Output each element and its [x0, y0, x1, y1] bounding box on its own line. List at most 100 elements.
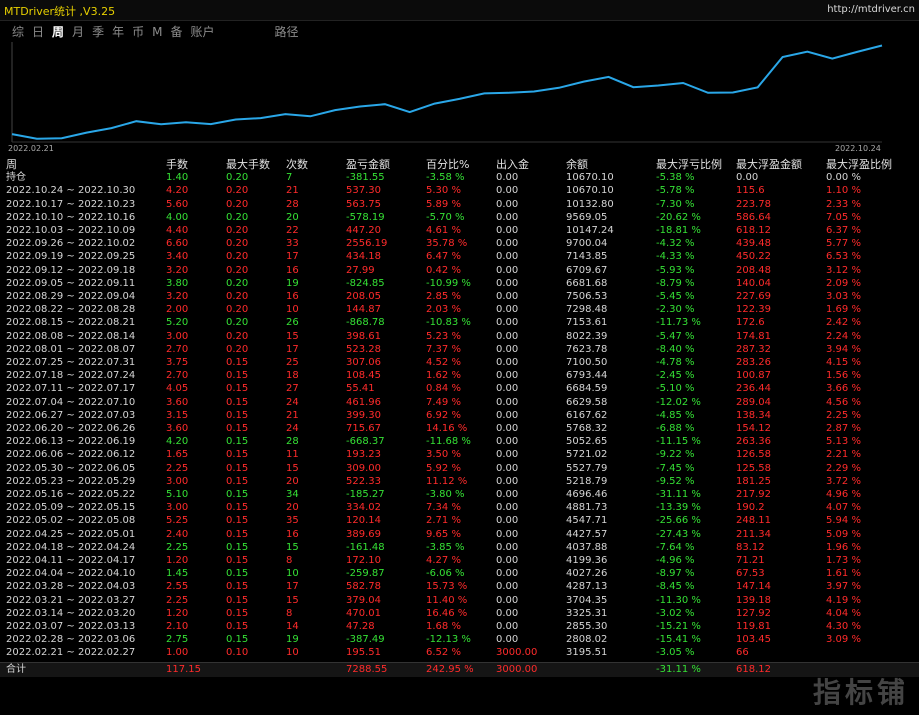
cell-10: 3.72 % [826, 475, 861, 487]
cell-2: 0.20 [226, 277, 249, 289]
tab-0[interactable]: 综 [12, 23, 24, 40]
cell-0: 2022.06.13 ~ 2022.06.19 [6, 436, 136, 448]
cell-6: 0.00 [496, 449, 519, 461]
cell-7: 10670.10 [566, 172, 614, 184]
table-row: 2022.07.25 ~ 2022.07.31 3.75 0.15 25 307.06 4… [0, 356, 919, 369]
cell-8: -13.39 % [656, 502, 701, 514]
balance-line [11, 44, 883, 140]
cell-2: 0.15 [226, 581, 249, 593]
cell-7: 4037.88 [566, 541, 608, 553]
cell-9: 125.58 [736, 462, 771, 474]
cell-2: 0.15 [226, 396, 249, 408]
cell-2: 0.15 [226, 436, 249, 448]
cell-1: 4.00 [166, 211, 189, 223]
cell-0: 2022.05.09 ~ 2022.05.15 [6, 502, 136, 514]
cell-5: 11.40 % [426, 594, 468, 606]
cell-10: 2.25 % [826, 409, 861, 421]
cell-1: 2.25 [166, 462, 189, 474]
cell-8: -15.21 % [656, 621, 701, 632]
cell-8: -5.45 % [656, 291, 695, 302]
cell-0: 持仓 [6, 172, 26, 184]
cell-2: 0.20 [226, 264, 249, 276]
cell-4: 389.69 [346, 528, 381, 540]
cell-5: 5.89 % [426, 198, 461, 210]
cell-0: 2022.07.25 ~ 2022.07.31 [6, 357, 136, 368]
cell-8: -4.33 % [656, 251, 695, 263]
cell-10: 2.29 % [826, 462, 861, 474]
cell-10: 1.96 % [826, 541, 861, 553]
cell-10: 5.09 % [826, 528, 861, 540]
table-row: 2022.07.11 ~ 2022.07.17 4.05 0.15 27 55.41 0.… [0, 382, 919, 395]
cell-4: 523.28 [346, 343, 381, 355]
cell-9: 103.45 [736, 634, 771, 646]
cell-7: 5721.02 [566, 449, 608, 461]
table-row: 2022.05.16 ~ 2022.05.22 5.10 0.15 34 -185.27… [0, 488, 919, 501]
cell-0: 2022.06.06 ~ 2022.06.12 [6, 449, 136, 461]
cell-2: 最大手数 [226, 158, 270, 171]
cell-1: 6.60 [166, 238, 189, 250]
cell-1: 1.00 [166, 647, 189, 659]
holding-row: 持仓 1.40 0.20 7 -381.55 -3.58 % 0.00 10670.10 -5.… [0, 171, 919, 184]
cell-1: 117.15 [166, 663, 201, 675]
cell-10: 7.05 % [826, 211, 861, 223]
cell-9: 172.6 [736, 317, 765, 329]
cell-9: 122.39 [736, 304, 771, 316]
tab-8[interactable]: 备 [170, 23, 182, 40]
tab-1[interactable]: 日 [32, 23, 44, 40]
cell-9: 140.04 [736, 277, 771, 289]
cell-5: -10.83 % [426, 317, 471, 329]
cell-10: 4.56 % [826, 396, 861, 408]
cell-7: 10132.80 [566, 198, 614, 210]
tab-10[interactable]: 路径 [275, 23, 299, 40]
cell-5: 4.61 % [426, 225, 461, 236]
cell-6: 3000.00 [496, 647, 538, 659]
tab-3[interactable]: 月 [72, 23, 84, 40]
cell-10: 3.09 % [826, 634, 861, 646]
cell-8: 最大浮亏比例 [656, 158, 722, 171]
cell-0: 2022.03.21 ~ 2022.03.27 [6, 594, 136, 606]
tab-4[interactable]: 季 [92, 23, 104, 40]
cell-10: 1.56 % [826, 370, 861, 382]
cell-1: 3.20 [166, 291, 189, 302]
cell-10: 4.15 % [826, 357, 861, 368]
cell-10: 0.00 % [826, 172, 861, 184]
cell-4: -185.27 [346, 489, 385, 500]
cell-6: 0.00 [496, 211, 519, 223]
cell-6: 0.00 [496, 304, 519, 316]
cell-5: 7.49 % [426, 396, 461, 408]
cell-5: 7.34 % [426, 502, 461, 514]
table-row: 2022.03.21 ~ 2022.03.27 2.25 0.15 15 379.04 1… [0, 594, 919, 607]
cell-8: -27.43 % [656, 528, 701, 540]
cell-4: 盈亏金额 [346, 158, 390, 171]
cell-8: -25.66 % [656, 515, 701, 527]
tab-9[interactable]: 账户 [190, 23, 214, 40]
cell-4: -161.48 [346, 541, 385, 553]
cell-1: 3.60 [166, 396, 189, 408]
cell-10: 1.61 % [826, 568, 861, 580]
cell-10: 2.33 % [826, 198, 861, 210]
cell-9: 147.14 [736, 581, 771, 593]
cell-4: 399.30 [346, 409, 381, 421]
cell-0: 2022.10.03 ~ 2022.10.09 [6, 225, 136, 236]
cell-7: 4696.46 [566, 489, 608, 500]
cell-10: 1.73 % [826, 555, 861, 566]
tab-7[interactable]: M [152, 25, 162, 39]
cell-0: 2022.02.21 ~ 2022.02.27 [6, 647, 136, 659]
tab-6[interactable]: 币 [132, 23, 144, 40]
cell-8: -18.81 % [656, 225, 701, 236]
cell-4: 120.14 [346, 515, 381, 527]
cell-3: 21 [286, 185, 299, 197]
cell-7: 4287.13 [566, 581, 608, 593]
cell-9: 100.87 [736, 370, 771, 382]
cell-2: 0.20 [226, 172, 249, 184]
cell-2: 0.15 [226, 502, 249, 514]
table-row: 2022.05.23 ~ 2022.05.29 3.00 0.15 20 522.33 1… [0, 475, 919, 488]
table-row: 2022.10.10 ~ 2022.10.16 4.00 0.20 20 -578.19… [0, 211, 919, 224]
cell-3: 次数 [286, 158, 308, 171]
site-link[interactable]: http://mtdriver.cn [827, 4, 915, 15]
table-row: 2022.09.26 ~ 2022.10.02 6.60 0.20 33 2556.19… [0, 237, 919, 250]
cell-10: 3.97 % [826, 581, 861, 593]
cell-3: 28 [286, 436, 299, 448]
tab-5[interactable]: 年 [112, 23, 124, 40]
tab-2[interactable]: 周 [52, 23, 64, 40]
